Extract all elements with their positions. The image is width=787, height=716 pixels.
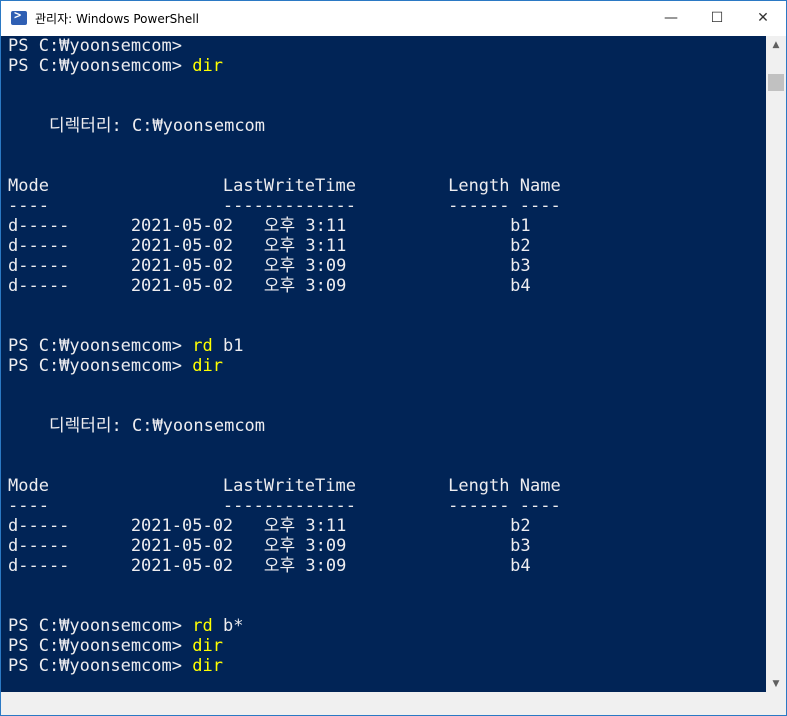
console-line: 디렉터리: C:₩yoonsemcom <box>8 416 766 436</box>
maximize-button[interactable]: ☐ <box>694 1 740 35</box>
console-line-text: PS C:₩yoonsemcom> <box>8 636 193 656</box>
console-line-text: d----- 2021-05-02 오후 3:09 b3 <box>8 536 531 556</box>
minimize-button[interactable]: — <box>648 1 694 35</box>
console-line: PS C:₩yoonsemcom> rd b* <box>8 616 766 636</box>
console-line: d----- 2021-05-02 오후 3:09 b3 <box>8 536 766 556</box>
console-line-text: d----- 2021-05-02 오후 3:11 b2 <box>8 236 531 256</box>
console-line-text: PS C:₩yoonsemcom> <box>8 656 193 676</box>
console-line: d----- 2021-05-02 오후 3:11 b1 <box>8 216 766 236</box>
console-line: PS C:₩yoonsemcom> dir <box>8 656 766 676</box>
console-line-text: PS C:₩yoonsemcom> <box>8 356 193 376</box>
console-line: PS C:₩yoonsemcom> dir <box>8 356 766 376</box>
console-line: ---- ------------- ------ ---- <box>8 196 766 216</box>
console-line: ---- ------------- ------ ---- <box>8 496 766 516</box>
console-line-text: d----- 2021-05-02 오후 3:09 b3 <box>8 256 531 276</box>
title-bar[interactable]: 관리자: Windows PowerShell — ☐ ✕ <box>1 1 786 35</box>
vertical-scrollbar[interactable]: ▲ ▼ <box>766 36 786 692</box>
console-line: PS C:₩yoonsemcom> dir <box>8 636 766 656</box>
console-line: PS C:₩yoonsemcom> dir <box>8 56 766 76</box>
console-line: PS C:₩yoonsemcom> rd b1 <box>8 336 766 356</box>
powershell-icon <box>11 8 27 25</box>
console-command: rd <box>192 336 213 356</box>
console-command: dir <box>192 656 223 676</box>
console-line-text: Mode LastWriteTime Length Name <box>8 176 561 196</box>
console-command: dir <box>192 56 223 76</box>
console-line-text: d----- 2021-05-02 오후 3:11 b1 <box>8 216 531 236</box>
console-line-text: PS C:₩yoonsemcom> <box>8 36 182 56</box>
console-line-text: ---- ------------- ------ ---- <box>8 496 561 516</box>
window-bottom-edge <box>1 692 786 715</box>
console-line: 디렉터리: C:₩yoonsemcom <box>8 116 766 136</box>
console-output: PS C:₩yoonsemcom> PS C:₩yoonsemcom> dir 디… <box>1 36 766 676</box>
console-line-text: PS C:₩yoonsemcom> <box>8 336 193 356</box>
console-line: d----- 2021-05-02 오후 3:09 b4 <box>8 556 766 576</box>
console-command: dir <box>192 636 223 656</box>
console-line: Mode LastWriteTime Length Name <box>8 176 766 196</box>
scrollbar-thumb[interactable] <box>768 74 784 91</box>
console-command-arg: b* <box>212 616 244 636</box>
powershell-window: 관리자: Windows PowerShell — ☐ ✕ PS C:₩yoon… <box>0 0 787 716</box>
close-button[interactable]: ✕ <box>740 1 786 35</box>
console-line-text: d----- 2021-05-02 오후 3:11 b2 <box>8 516 531 536</box>
console-line-text: d----- 2021-05-02 오후 3:09 b4 <box>8 276 531 296</box>
console-line-text: PS C:₩yoonsemcom> <box>8 616 193 636</box>
console-area[interactable]: PS C:₩yoonsemcom> PS C:₩yoonsemcom> dir 디… <box>1 36 766 712</box>
window-controls: — ☐ ✕ <box>648 1 786 35</box>
console-line-text: PS C:₩yoonsemcom> <box>8 56 193 76</box>
console-line-text: ---- ------------- ------ ---- <box>8 196 561 216</box>
console-line-text: Mode LastWriteTime Length Name <box>8 476 561 496</box>
console-line: Mode LastWriteTime Length Name <box>8 476 766 496</box>
console-line: d----- 2021-05-02 오후 3:11 b2 <box>8 516 766 536</box>
console-line: d----- 2021-05-02 오후 3:09 b3 <box>8 256 766 276</box>
console-line: d----- 2021-05-02 오후 3:09 b4 <box>8 276 766 296</box>
console-line-text: 디렉터리: C:₩yoonsemcom <box>8 116 266 136</box>
console-command-arg: b1 <box>212 336 244 356</box>
console-command: dir <box>192 356 223 376</box>
scroll-up-arrow-icon[interactable]: ▲ <box>766 36 786 53</box>
window-title: 관리자: Windows PowerShell <box>35 11 199 26</box>
console-command: rd <box>192 616 213 636</box>
scroll-down-arrow-icon[interactable]: ▼ <box>766 675 786 692</box>
console-line: PS C:₩yoonsemcom> <box>8 36 766 56</box>
console-line: d----- 2021-05-02 오후 3:11 b2 <box>8 236 766 256</box>
console-line-text: 디렉터리: C:₩yoonsemcom <box>8 416 266 436</box>
console-line-text: d----- 2021-05-02 오후 3:09 b4 <box>8 556 531 576</box>
